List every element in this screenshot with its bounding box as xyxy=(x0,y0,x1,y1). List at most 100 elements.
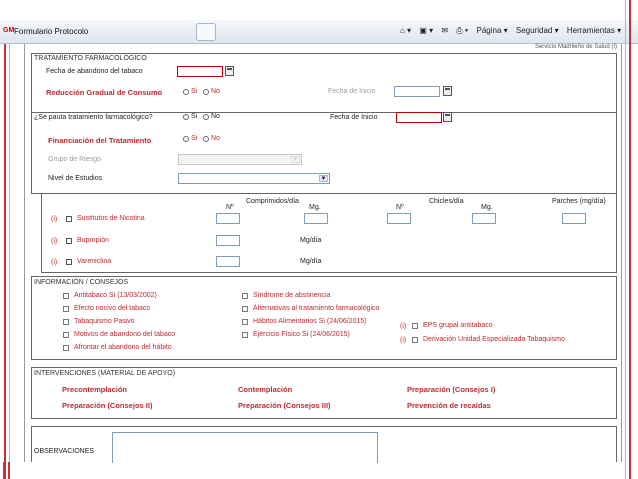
info-icon[interactable]: (i) xyxy=(51,259,57,266)
pauta-radio-si[interactable] xyxy=(183,114,189,120)
vareniclina-mgdia-label: Mg/día xyxy=(300,258,322,265)
chicles-n-input[interactable] xyxy=(387,213,411,224)
info-item-ejercicio: Ejercicio Físico Si (24/06/2015) xyxy=(253,331,350,338)
info-icon[interactable]: (i) xyxy=(400,323,406,330)
pauta-question: ¿Se pauta tratamiento farmacológico? xyxy=(34,114,153,121)
fecha-inicio-label-disabled: Fecha de Inicio xyxy=(328,88,376,95)
vareniclina-label: Vareniclina xyxy=(77,258,112,265)
vareniclina-checkbox[interactable] xyxy=(66,259,72,265)
sustitutos-comprimidos-n[interactable] xyxy=(216,213,240,224)
bupropion-mgdia-label: Mg/día xyxy=(300,237,322,244)
vareniclina-n-input[interactable] xyxy=(216,256,240,267)
home-icon[interactable]: ⌂ ▾ xyxy=(400,26,411,35)
info-checkbox-afrontar[interactable] xyxy=(63,345,69,351)
intervencion-prevencion[interactable]: Prevención de recaídas xyxy=(407,401,491,410)
info-item-afrontar: Afrontar el abandono del hábito xyxy=(74,344,172,351)
top-margin xyxy=(0,0,638,4)
browser-tools: ⌂ ▾ ▣ ▾ ✉ ⎙ ▾ Página ▾ Seguridad ▾ Herra… xyxy=(400,26,627,36)
info-checkbox-ejercicio[interactable] xyxy=(242,332,248,338)
calendar-icon[interactable] xyxy=(225,66,234,76)
app-logo: GM xyxy=(3,27,15,34)
calendar-icon[interactable] xyxy=(443,86,452,96)
chicles-mg-input[interactable] xyxy=(472,213,496,224)
window-title: Formulario Protocolo xyxy=(14,27,89,36)
bupropion-n-input[interactable] xyxy=(216,235,240,246)
bupropion-checkbox[interactable] xyxy=(66,238,72,244)
fecha-abandono-label: Fecha de abandono del tabaco xyxy=(46,68,143,75)
col-n-header: Nº xyxy=(226,204,234,211)
intervencion-precontemplacion[interactable]: Precontemplación xyxy=(62,385,127,394)
reduccion-label: Reducción Gradual de Consumo xyxy=(46,88,163,97)
info-checkbox-derivacion[interactable] xyxy=(412,337,418,343)
info-checkbox-efecto[interactable] xyxy=(63,306,69,312)
info-item-eps: EPS grupal antitabaco xyxy=(423,322,493,329)
info-item-pasivo: Tabaquismo Pasivo xyxy=(74,318,135,325)
info-checkbox-sindrome[interactable] xyxy=(242,293,248,299)
reduccion-radio-si[interactable] xyxy=(183,89,189,95)
slide-border-left xyxy=(4,44,6,479)
slide-border-right-inner xyxy=(625,0,626,479)
sustitutos-checkbox[interactable] xyxy=(66,216,72,222)
section-informacion: INFORMACIÓN / CONSEJOS Antitabaco Si (13… xyxy=(31,276,617,360)
info-item-antitabaco: Antitabaco Si (13/03/2002) xyxy=(74,292,157,299)
chevron-down-icon: ▼ xyxy=(319,175,328,182)
seguridad-menu[interactable]: Seguridad ▾ xyxy=(516,26,559,35)
pauta-fecha-inicio-label: Fecha de Inicio xyxy=(330,114,378,121)
intervencion-preparacion-2[interactable]: Preparación (Consejos II) xyxy=(62,401,152,410)
mail-icon[interactable]: ✉ xyxy=(441,26,448,35)
nivel-estudios-select[interactable]: ▼ xyxy=(178,173,330,184)
info-item-derivacion: Derivación Unidad Especializada Tabaquis… xyxy=(423,336,565,343)
intervencion-preparacion-3[interactable]: Preparación (Consejos III) xyxy=(238,401,331,410)
financiacion-radio-no[interactable] xyxy=(203,136,209,142)
info-checkbox-alternativas[interactable] xyxy=(242,306,248,312)
reduccion-no-label: No xyxy=(211,88,220,95)
browser-toolbar: GM Formulario Protocolo ⌂ ▾ ▣ ▾ ✉ ⎙ ▾ Pá… xyxy=(0,20,638,44)
intervencion-contemplacion[interactable]: Contemplación xyxy=(238,385,292,394)
info-item-motivos: Motivos de abandono del tabaco xyxy=(74,331,176,338)
info-item-efecto: Efecto nocivo del tabaco xyxy=(74,305,151,312)
financiacion-si-label: Si xyxy=(191,135,198,142)
fecha-inicio-input-disabled[interactable] xyxy=(394,86,440,97)
col-mg2-header: Mg. xyxy=(481,204,493,211)
col-n2-header: Nº xyxy=(396,204,404,211)
grupo-riesgo-select[interactable]: ▼ xyxy=(178,154,302,165)
info-icon[interactable]: (i) xyxy=(400,337,406,344)
reduccion-si-label: Si xyxy=(191,88,198,95)
pauta-fecha-inicio-input[interactable] xyxy=(396,112,442,123)
info-checkbox-eps[interactable] xyxy=(412,323,418,329)
info-icon[interactable]: (i) xyxy=(51,238,57,245)
info-checkbox-habitos[interactable] xyxy=(242,319,248,325)
sustitutos-mg[interactable] xyxy=(304,213,328,224)
fecha-abandono-input[interactable] xyxy=(177,66,223,77)
intervencion-preparacion-1[interactable]: Preparación (Consejos I) xyxy=(407,385,495,394)
calendar-icon[interactable] xyxy=(443,112,452,122)
info-checkbox-pasivo[interactable] xyxy=(63,319,69,325)
slide-border-left-inner xyxy=(9,44,10,479)
financiacion-radio-si[interactable] xyxy=(183,136,189,142)
new-tab-button[interactable] xyxy=(196,23,216,41)
feeds-icon[interactable]: ▣ ▾ xyxy=(419,26,433,35)
col-parches-header: Parches (mg/día) xyxy=(552,198,606,205)
reduccion-radio-no[interactable] xyxy=(203,89,209,95)
info-checkbox-antitabaco[interactable] xyxy=(63,293,69,299)
info-checkbox-motivos[interactable] xyxy=(63,332,69,338)
pauta-radio-no[interactable] xyxy=(203,114,209,120)
observaciones-textarea[interactable] xyxy=(112,432,378,463)
info-icon[interactable]: (i) xyxy=(51,216,57,223)
header-cut-text: Servicio Madrileño de Salud (I) xyxy=(534,44,617,50)
grupo-riesgo-label: Grupo de Riesgo xyxy=(48,156,101,163)
section-farmacos: Nº Comprimidos/día Mg. Nº Chicles/día Mg… xyxy=(41,193,617,273)
section-intervenciones: INTERVENCIONES (MATERIAL DE APOYO) Preco… xyxy=(31,367,617,419)
pagina-menu[interactable]: Página ▾ xyxy=(477,26,508,35)
observaciones-label: OBSERVACIONES xyxy=(34,448,95,455)
print-icon[interactable]: ⎙ ▾ xyxy=(456,26,468,35)
section-title-tratamiento: TRATAMIENTO FARMACOLÓGICO xyxy=(34,55,147,62)
section-observaciones: OBSERVACIONES xyxy=(31,426,617,463)
herramientas-menu[interactable]: Herramientas ▾ xyxy=(567,26,621,35)
bupropion-label: Bupropión xyxy=(77,237,109,244)
section-title-intervenciones: INTERVENCIONES (MATERIAL DE APOYO) xyxy=(34,370,176,377)
col-comprimidos-header: Comprimidos/día xyxy=(246,198,299,205)
parches-input[interactable] xyxy=(562,213,586,224)
financiacion-label: Financiación del Tratamiento xyxy=(48,136,152,145)
info-item-alternativas: Alternativas al tratamiento farmacológic… xyxy=(253,305,380,312)
